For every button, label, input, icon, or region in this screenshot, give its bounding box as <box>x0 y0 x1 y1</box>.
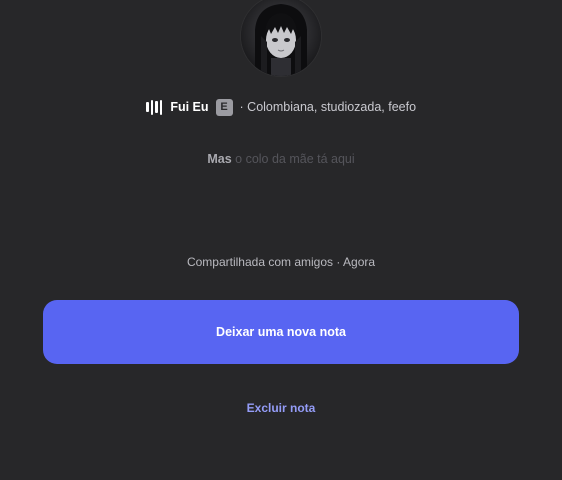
note-text-faded: o colo da mãe tá aqui <box>235 152 355 166</box>
new-note-button[interactable]: Deixar uma nova nota <box>43 300 519 364</box>
avatar <box>241 0 321 76</box>
note-text-visible: Mas <box>207 152 232 166</box>
shared-status: Compartilhada com amigos · Agora <box>186 255 376 269</box>
delete-note-link[interactable]: Excluir nota <box>0 401 562 415</box>
note-text: Mas o colo da mãe tá aqui <box>0 152 562 166</box>
track-info[interactable]: Fui Eu E · Colombiana, studiozada, feefo <box>0 96 562 118</box>
track-artists: · Colombiana, studiozada, feefo <box>239 100 417 114</box>
audio-bars-icon <box>145 99 163 115</box>
explicit-badge: E <box>215 98 233 116</box>
track-title: Fui Eu <box>170 100 209 114</box>
new-note-button-label: Deixar uma nova nota <box>216 325 346 339</box>
